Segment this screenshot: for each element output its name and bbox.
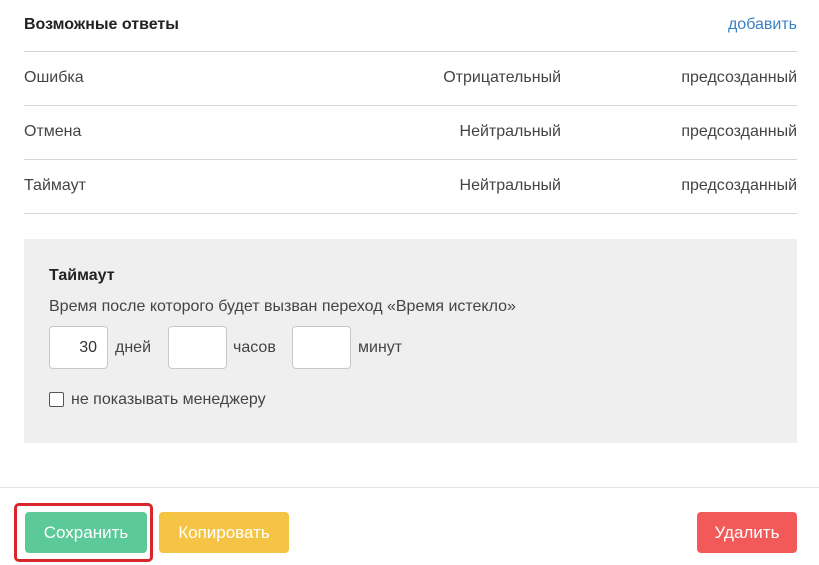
minutes-input[interactable] (292, 326, 351, 369)
answers-section-title: Возможные ответы (24, 16, 179, 33)
answer-origin: предсозданный (681, 177, 797, 194)
answer-row-error[interactable]: Ошибка Отрицательный предсозданный (24, 52, 797, 106)
footer-divider (0, 487, 819, 488)
answer-row-cancel[interactable]: Отмена Нейтральный предсозданный (24, 106, 797, 160)
timeout-title: Таймаут (49, 267, 115, 284)
answers-list: Ошибка Отрицательный предсозданный Отмен… (24, 52, 797, 214)
hours-label: часов (233, 339, 276, 356)
answers-header: Возможные ответы добавить (24, 0, 797, 52)
add-answer-link[interactable]: добавить (728, 16, 797, 34)
answer-name: Ошибка (24, 69, 84, 86)
minutes-label: минут (358, 339, 403, 356)
hide-from-manager-label[interactable]: не показывать менеджеру (71, 391, 266, 409)
timeout-panel: Таймаут Время после которого будет вызва… (24, 239, 797, 443)
hours-input[interactable] (168, 326, 227, 369)
answer-tone: Отрицательный (443, 69, 561, 86)
delete-button[interactable]: Удалить (697, 512, 797, 553)
answer-tone: Нейтральный (459, 177, 561, 194)
answer-origin: предсозданный (681, 123, 797, 140)
copy-button[interactable]: Копировать (159, 512, 289, 553)
hide-from-manager-checkbox[interactable] (49, 392, 64, 407)
answer-name: Таймаут (24, 177, 86, 194)
save-button[interactable]: Сохранить (25, 512, 147, 553)
answer-name: Отмена (24, 123, 82, 140)
answer-tone: Нейтральный (459, 123, 561, 140)
timeout-description: Время после которого будет вызван перехо… (49, 298, 516, 315)
answer-origin: предсозданный (681, 69, 797, 86)
days-label: дней (115, 339, 152, 356)
days-input[interactable] (49, 326, 108, 369)
answer-row-timeout[interactable]: Таймаут Нейтральный предсозданный (24, 160, 797, 214)
